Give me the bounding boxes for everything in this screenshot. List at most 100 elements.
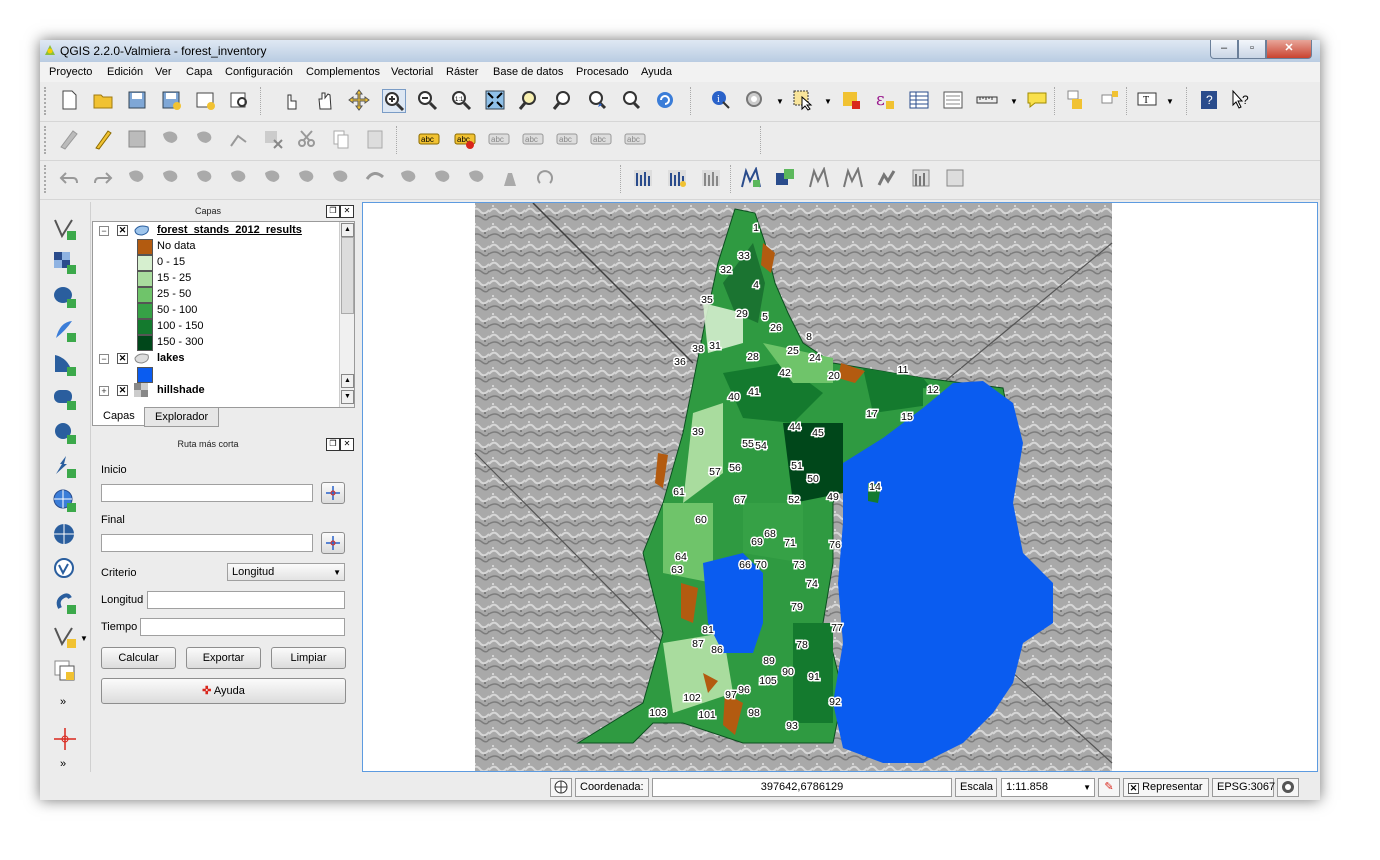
zoom-out-icon[interactable] [416, 89, 438, 111]
open-project-icon[interactable] [92, 89, 114, 111]
label-change-icon[interactable]: abc [624, 128, 646, 150]
select-icon[interactable] [792, 89, 814, 111]
float-panel-icon[interactable]: ❐ [326, 205, 340, 218]
close-panel-icon[interactable]: ✕ [340, 205, 354, 218]
text-annotation-icon[interactable]: T [1136, 89, 1158, 111]
expand-icon[interactable]: + [99, 386, 109, 396]
scroll-up-icon[interactable]: ▲ [341, 223, 354, 237]
new-layer-dropdown-icon[interactable]: ▼ [80, 634, 88, 643]
menu-edicion[interactable]: Edición [107, 66, 143, 78]
pick-start-button[interactable] [321, 482, 345, 504]
action-icon[interactable] [744, 89, 766, 111]
layer-checkbox[interactable]: ✕ [117, 225, 128, 236]
length-field[interactable] [147, 591, 345, 609]
zoom-last-icon[interactable] [586, 89, 608, 111]
add-wfs-layer-icon[interactable] [52, 522, 78, 548]
collapse-icon[interactable]: − [99, 354, 109, 364]
rotate-point-icon[interactable] [534, 167, 556, 189]
end-input[interactable] [101, 534, 313, 552]
digitize-icon[interactable] [58, 128, 80, 150]
annotation-icon[interactable] [1026, 89, 1048, 111]
merge-attributes-icon[interactable] [500, 167, 522, 189]
add-label-icon[interactable] [1098, 89, 1120, 111]
add-virtual-layer-icon[interactable] [52, 556, 78, 582]
vector-tools-4-icon[interactable] [842, 167, 864, 189]
add-wcs-layer-icon[interactable] [52, 488, 78, 514]
layer-checkbox[interactable]: ✕ [117, 353, 128, 364]
tab-explorador[interactable]: Explorador [144, 407, 220, 427]
text-annotation-dropdown-icon[interactable]: ▼ [1166, 97, 1174, 106]
pan-icon[interactable] [314, 89, 336, 111]
coordinate-field[interactable]: 397642,6786129 [652, 778, 952, 797]
stop-render-icon[interactable]: ✎ [1098, 778, 1120, 797]
save-project-icon[interactable] [126, 89, 148, 111]
restore-button[interactable]: ▫ [1238, 40, 1266, 59]
collapse-icon[interactable]: − [99, 226, 109, 236]
criterion-select[interactable]: Longitud ▼ [227, 563, 345, 581]
vector-tools-5-icon[interactable] [876, 167, 898, 189]
label-move-icon[interactable]: abc [556, 128, 578, 150]
zoom-next-icon[interactable] [620, 89, 642, 111]
zoom-to-selection-icon[interactable] [518, 89, 540, 111]
minimize-button[interactable]: – [1210, 40, 1238, 59]
composer-manager-icon[interactable] [228, 89, 250, 111]
attribute-table-icon[interactable] [908, 89, 930, 111]
render-checkbox[interactable]: ✕ [1128, 783, 1139, 794]
vector-tools-2-icon[interactable] [774, 167, 796, 189]
pan-to-selection-icon[interactable] [348, 89, 370, 111]
layer-checkbox[interactable]: ✕ [117, 385, 128, 396]
label-tool-icon[interactable] [1064, 89, 1086, 111]
zoom-in-icon[interactable] [382, 89, 406, 113]
offset-curve-icon[interactable] [364, 167, 386, 189]
delete-ring-icon[interactable] [262, 167, 284, 189]
exportar-button[interactable]: Exportar [186, 647, 261, 669]
raster-tools-2-icon[interactable] [666, 167, 688, 189]
label-show-icon[interactable]: abc [522, 128, 544, 150]
zoom-full-icon[interactable] [484, 89, 506, 111]
add-part-icon[interactable] [194, 167, 216, 189]
toggle-coords-icon[interactable] [550, 778, 572, 797]
menu-vectorial[interactable]: Vectorial [391, 66, 433, 78]
label-highlight-icon[interactable]: abc [454, 128, 476, 150]
undo-icon[interactable] [58, 167, 80, 189]
menu-base-de-datos[interactable]: Base de datos [493, 66, 563, 78]
zoom-native-icon[interactable]: 1:1 [450, 89, 472, 111]
merge-layers-icon[interactable] [52, 658, 78, 684]
layer-name-forest-stands[interactable]: forest_stands_2012_results [157, 222, 302, 238]
add-ring-icon[interactable] [160, 167, 182, 189]
menu-complementos[interactable]: Complementos [306, 66, 380, 78]
time-field[interactable] [140, 618, 345, 636]
add-vector-layer-icon[interactable] [52, 216, 78, 242]
copy-features-icon[interactable] [330, 128, 352, 150]
node-tool-icon[interactable] [228, 128, 250, 150]
label-pin-icon[interactable]: abc [488, 128, 510, 150]
vector-tools-6-icon[interactable] [910, 167, 932, 189]
more-tools-chevron-2-icon[interactable]: » [60, 758, 66, 770]
delete-selected-icon[interactable] [262, 128, 284, 150]
label-abc-icon[interactable]: abc [418, 128, 440, 150]
measure-icon[interactable] [976, 89, 998, 111]
action-dropdown-icon[interactable]: ▼ [776, 97, 784, 106]
layers-scrollbar[interactable]: ▲ ▲ ▼ [339, 222, 354, 407]
select-dropdown-icon[interactable]: ▼ [824, 97, 832, 106]
deselect-icon[interactable] [840, 89, 862, 111]
scroll-up-icon[interactable]: ▲ [341, 374, 354, 388]
add-feature-icon[interactable] [160, 128, 182, 150]
paste-features-icon[interactable] [364, 128, 386, 150]
fill-ring-icon[interactable] [228, 167, 250, 189]
move-feature-icon[interactable] [194, 128, 216, 150]
save-as-icon[interactable] [160, 89, 182, 111]
messages-icon[interactable] [1277, 778, 1299, 797]
epsg-button[interactable]: EPSG:3067 [1212, 778, 1275, 797]
split-parts-icon[interactable] [432, 167, 454, 189]
add-raster-layer-icon[interactable] [52, 250, 78, 276]
vector-tools-1-icon[interactable] [740, 167, 762, 189]
zoom-to-layer-icon[interactable] [552, 89, 574, 111]
touch-zoom-icon[interactable] [280, 89, 302, 111]
ayuda-button[interactable]: ✜ Ayuda [101, 678, 346, 704]
close-button[interactable]: ✕ [1266, 40, 1312, 59]
close-panel-icon[interactable]: ✕ [340, 438, 354, 451]
measure-dropdown-icon[interactable]: ▼ [1010, 97, 1018, 106]
whats-this-icon[interactable]: ? [1230, 89, 1252, 111]
map-canvas[interactable]: 1 33 32 4 35 29 5 26 8 38 31 28 25 24 36 42 20 11 12 40 41 17… [362, 202, 1318, 772]
